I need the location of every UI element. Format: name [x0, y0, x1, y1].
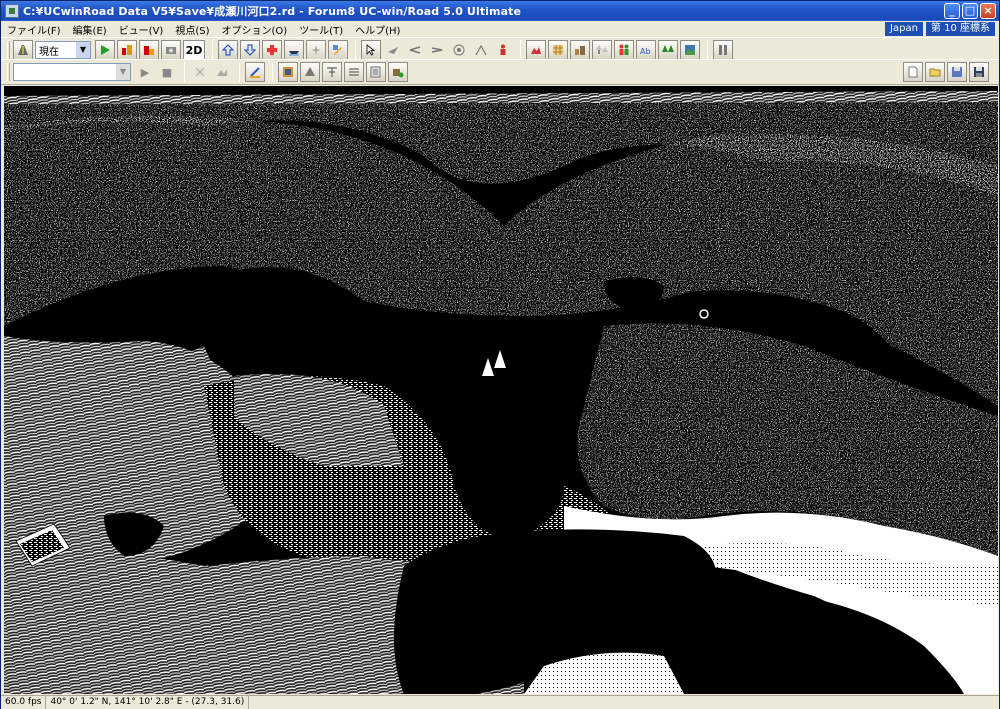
title-bar[interactable]: C:¥UCwinRoad Data V5¥Save¥成瀬川河口2.rd - Fo…: [1, 1, 999, 21]
toolbar-separator: [212, 40, 213, 60]
move-up-icon[interactable]: [218, 40, 238, 60]
save-icon[interactable]: [969, 62, 989, 82]
open-folder-icon[interactable]: [925, 62, 945, 82]
compass-icon[interactable]: [306, 40, 326, 60]
zoom-icon[interactable]: [190, 62, 210, 82]
edit-model-icon[interactable]: [328, 40, 348, 60]
menu-view[interactable]: ビュー(V): [113, 22, 170, 37]
secondary-toolbar: ▼ ▶ ■: [1, 59, 999, 85]
play-button[interactable]: ▶: [135, 62, 155, 82]
cross-icon[interactable]: [262, 40, 282, 60]
3d-viewport[interactable]: [4, 86, 998, 694]
menu-options[interactable]: オプション(O): [216, 22, 294, 37]
add-object-icon[interactable]: [388, 62, 408, 82]
toolbar-separator: [184, 62, 185, 82]
menu-tools[interactable]: ツール(T): [293, 22, 349, 37]
toolbar-separator: [707, 40, 708, 60]
stop-button[interactable]: ■: [157, 62, 177, 82]
menu-bar: ファイル(F) 編集(E) ビュー(V) 視点(S) オプション(O) ツール(…: [1, 21, 999, 37]
menu-help[interactable]: ヘルプ(H): [349, 22, 406, 37]
region-badge: Japan: [885, 22, 923, 36]
traffic-icon[interactable]: [117, 40, 137, 60]
ruler-icon[interactable]: [245, 62, 265, 82]
terrain-icon[interactable]: [526, 40, 546, 60]
chevron-down-icon: ▼: [76, 42, 90, 58]
image-icon[interactable]: [680, 40, 700, 60]
viewpoint-select[interactable]: 現在 ▼: [35, 41, 91, 59]
menu-file[interactable]: ファイル(F): [1, 22, 67, 37]
image-small-icon[interactable]: [212, 62, 232, 82]
road-icon[interactable]: [13, 40, 33, 60]
traffic-alt-icon[interactable]: [139, 40, 159, 60]
status-bar: 60.0 fps 40° 0' 1.2" N, 141° 10' 2.8" E …: [1, 695, 999, 709]
drive-icon[interactable]: [405, 40, 425, 60]
edit-icon[interactable]: [366, 62, 386, 82]
text-icon[interactable]: Ab: [636, 40, 656, 60]
fly-icon[interactable]: [383, 40, 403, 60]
maximize-button[interactable]: □: [962, 3, 978, 19]
toolbar-separator: [239, 62, 240, 82]
toolbar-grip[interactable]: [7, 63, 10, 81]
new-file-icon[interactable]: [903, 62, 923, 82]
cone-icon[interactable]: [300, 62, 320, 82]
point-cloud-render[interactable]: [4, 86, 998, 694]
trees-icon[interactable]: [592, 40, 612, 60]
save-as-icon[interactable]: [947, 62, 967, 82]
app-icon[interactable]: [5, 4, 19, 18]
person-icon[interactable]: [493, 40, 513, 60]
window-controls: _ □ ×: [944, 3, 996, 19]
toolbar-separator: [355, 40, 356, 60]
toolbar-grip[interactable]: [7, 41, 10, 59]
cut-icon[interactable]: [322, 62, 342, 82]
view-2d-button[interactable]: 2D: [183, 40, 205, 60]
measure-icon[interactable]: [471, 40, 491, 60]
minimize-button[interactable]: _: [944, 3, 960, 19]
window-title: C:¥UCwinRoad Data V5¥Save¥成瀬川河口2.rd - Fo…: [23, 5, 522, 18]
toolbar-separator: [520, 40, 521, 60]
move-down-icon[interactable]: [240, 40, 260, 60]
app-window: C:¥UCwinRoad Data V5¥Save¥成瀬川河口2.rd - Fo…: [0, 0, 1000, 709]
coordinate-readout: 40° 0' 1.2" N, 141° 10' 2.8" E - (27.3, …: [46, 696, 250, 709]
boat-icon[interactable]: [284, 40, 304, 60]
chevron-down-icon: ▼: [116, 64, 130, 80]
menu-viewpoint[interactable]: 視点(S): [169, 22, 215, 37]
grid-icon[interactable]: [548, 40, 568, 60]
forest-icon[interactable]: [658, 40, 678, 60]
pointer-icon[interactable]: [361, 40, 381, 60]
close-button[interactable]: ×: [980, 3, 996, 19]
scenario-select[interactable]: ▼: [13, 63, 131, 81]
cluster-icon[interactable]: [713, 40, 733, 60]
target-icon[interactable]: [449, 40, 469, 60]
camera-icon[interactable]: [161, 40, 181, 60]
mesh-icon[interactable]: [278, 62, 298, 82]
svg-text:Ab: Ab: [640, 47, 651, 56]
section-icon[interactable]: [344, 62, 364, 82]
people-icon[interactable]: [614, 40, 634, 60]
walk-icon[interactable]: [427, 40, 447, 60]
toolbar-separator: [272, 62, 273, 82]
coordinate-system-badge: 第 10 座標系: [925, 22, 995, 36]
buildings-icon[interactable]: [570, 40, 590, 60]
play-green-icon[interactable]: [95, 40, 115, 60]
fps-readout: 60.0 fps: [1, 696, 47, 709]
menu-edit[interactable]: 編集(E): [67, 22, 113, 37]
